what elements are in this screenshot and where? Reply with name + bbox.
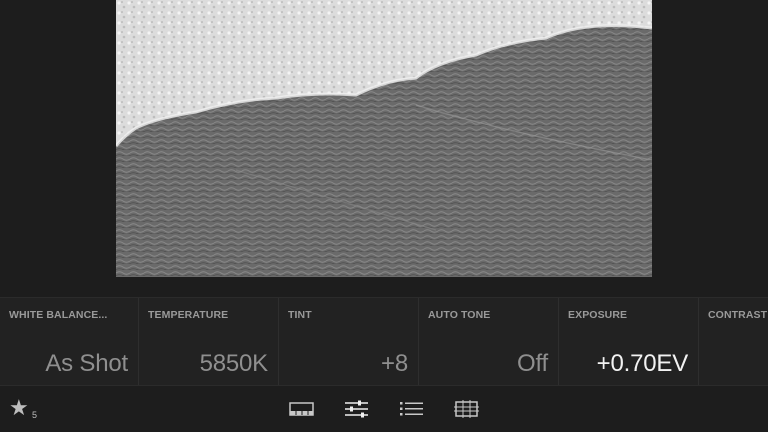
star-icon: ★ <box>9 395 29 420</box>
contrast-control[interactable]: CONTRAST <box>699 298 768 385</box>
tint-label: TINT <box>288 309 312 321</box>
filmstrip-button[interactable] <box>289 399 315 419</box>
auto-tone-control[interactable]: AUTO TONE Off <box>419 298 559 385</box>
photo-image <box>116 0 652 277</box>
exposure-label: EXPOSURE <box>568 309 628 321</box>
bottom-toolbar: ★ 5 <box>0 387 768 432</box>
temperature-control[interactable]: TEMPERATURE 5850K <box>139 298 279 385</box>
rating-button[interactable]: ★ 5 <box>9 397 43 423</box>
crop-button[interactable] <box>454 399 480 419</box>
auto-tone-label: AUTO TONE <box>428 309 491 321</box>
white-balance-control[interactable]: WHITE BALANCE... As Shot <box>0 298 139 385</box>
white-balance-value: As Shot <box>45 350 128 377</box>
rating-count: 5 <box>32 410 38 420</box>
info-list-button[interactable] <box>399 399 425 419</box>
white-balance-label: WHITE BALANCE... <box>9 309 108 321</box>
temperature-label: TEMPERATURE <box>148 309 229 321</box>
adjustment-strip[interactable]: WHITE BALANCE... As Shot TEMPERATURE 585… <box>0 297 768 386</box>
exposure-value: +0.70EV <box>596 350 689 377</box>
auto-tone-value: Off <box>517 350 548 377</box>
tint-control[interactable]: TINT +8 <box>279 298 419 385</box>
temperature-value: 5850K <box>199 350 269 377</box>
contrast-label: CONTRAST <box>708 309 768 321</box>
tint-value: +8 <box>381 350 408 377</box>
exposure-control[interactable]: EXPOSURE +0.70EV <box>559 298 699 385</box>
app-window: WHITE BALANCE... As Shot TEMPERATURE 585… <box>0 0 768 432</box>
crop-grid-icon <box>454 400 479 418</box>
sliders-icon <box>345 400 368 418</box>
adjustments-button[interactable] <box>344 399 370 419</box>
list-icon <box>400 402 423 416</box>
photo-area <box>0 0 768 297</box>
filmstrip-icon <box>289 402 314 416</box>
photo[interactable] <box>116 0 652 277</box>
